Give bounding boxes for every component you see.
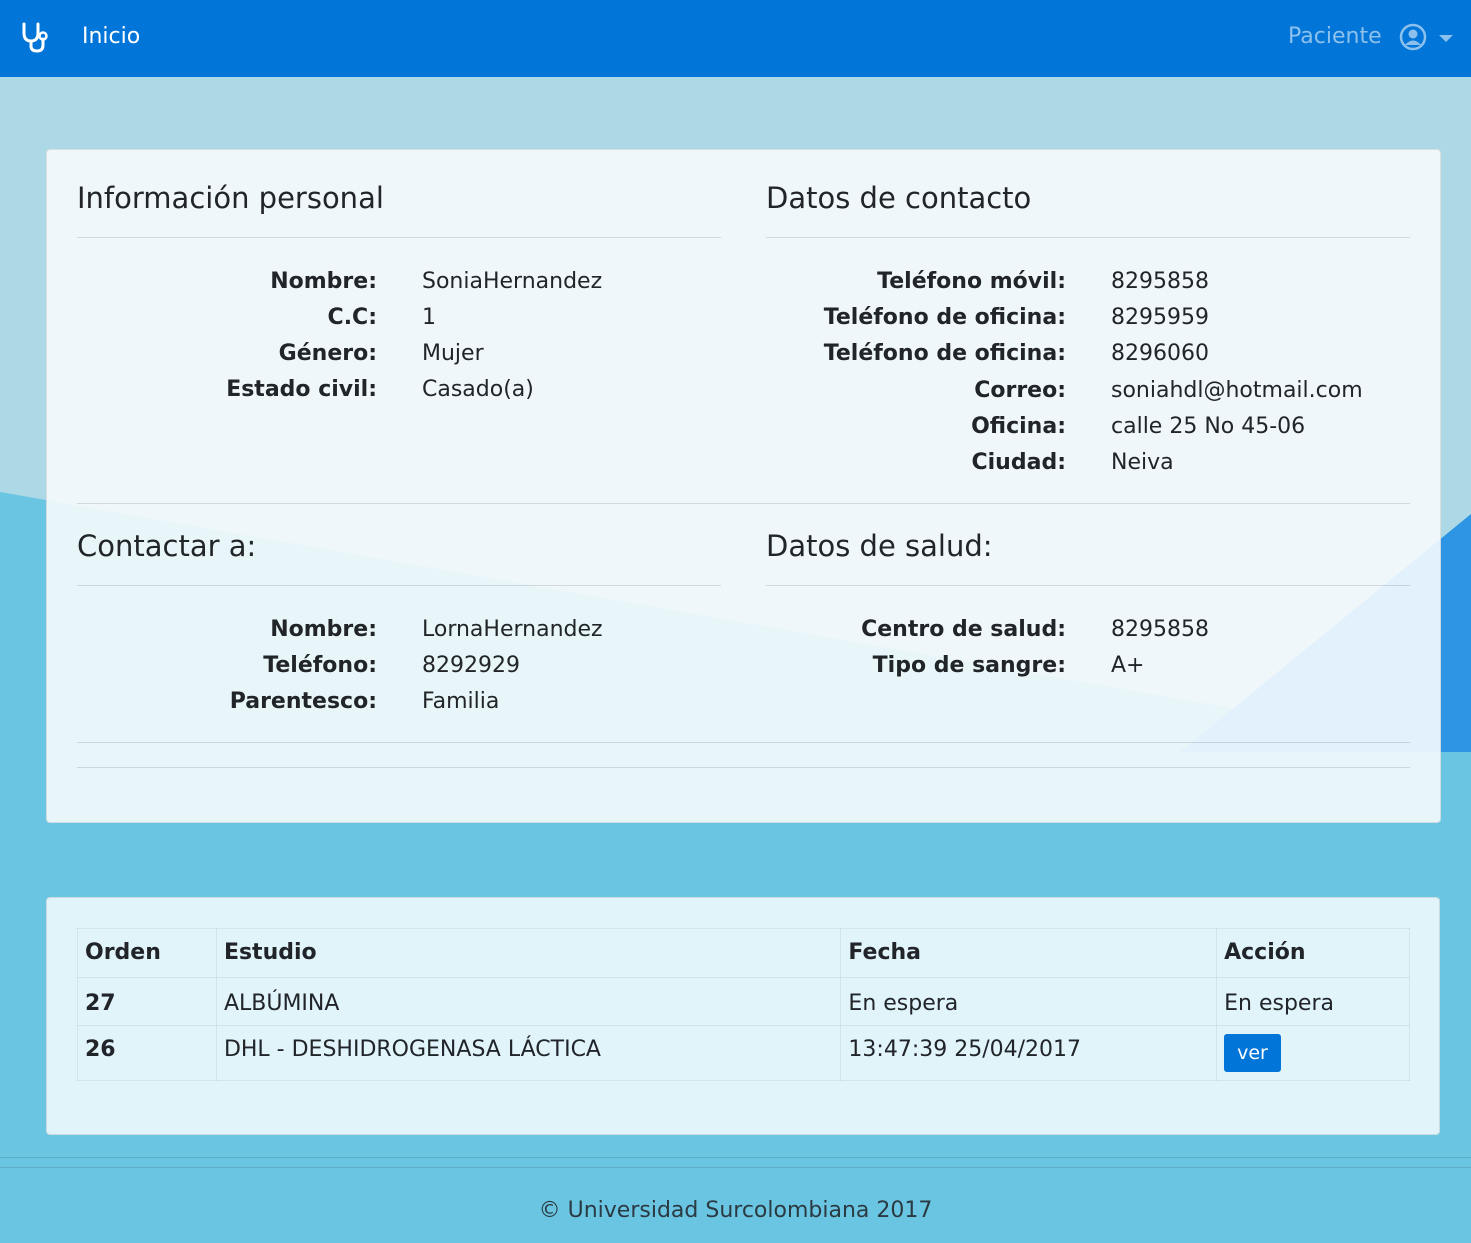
table-header-row: Orden Estudio Fecha Acción — [77, 928, 1410, 978]
field-row: Centro de salud: 8295858 — [766, 615, 1410, 645]
section-divider — [77, 742, 1410, 743]
personal-info-title: Información personal — [77, 181, 384, 215]
field-label: Ciudad: — [971, 450, 1067, 475]
field-value: LornaHernandez — [422, 617, 603, 642]
field-value: Mujer — [422, 341, 484, 366]
field-label: Tipo de sangre: — [872, 653, 1066, 678]
field-row: Estado civil: Casado(a) — [77, 375, 721, 405]
column-header-orden: Orden — [77, 928, 217, 978]
fecha-cell: 13:47:39 25/04/2017 — [840, 1025, 1218, 1081]
field-row: Nombre: LornaHernandez — [77, 615, 721, 645]
studies-card: Orden Estudio Fecha Acción 27 ALBÚMINA E… — [46, 897, 1440, 1135]
table-row: 27 ALBÚMINA En espera En espera — [77, 977, 1410, 1026]
field-value: Casado(a) — [422, 377, 534, 402]
field-value: 8295858 — [1111, 617, 1209, 642]
estudio-cell: DHL - DESHIDROGENASA LÁCTICA — [215, 1025, 842, 1081]
field-row: C.C: 1 — [77, 303, 721, 333]
field-row: Correo: soniahdl@hotmail.com — [766, 376, 1410, 406]
section-divider — [77, 767, 1410, 768]
divider — [766, 585, 1410, 586]
field-label: Teléfono de oficina: — [823, 341, 1066, 366]
field-row: Tipo de sangre: A+ — [766, 651, 1410, 681]
field-row: Oficina: calle 25 No 45-06 — [766, 412, 1410, 442]
field-value: calle 25 No 45-06 — [1111, 414, 1306, 439]
user-menu-toggle[interactable] — [1399, 23, 1455, 51]
field-label: Oficina: — [971, 414, 1066, 439]
profile-card: Información personal Nombre: SoniaHernan… — [46, 149, 1441, 823]
field-value: 8295959 — [1111, 305, 1209, 330]
field-row: Ciudad: Neiva — [766, 448, 1410, 478]
field-value: 1 — [422, 305, 436, 330]
divider — [766, 237, 1410, 238]
field-row: Parentesco: Familia — [77, 687, 721, 717]
contact-data-title: Datos de contacto — [766, 181, 1032, 215]
field-value: soniahdl@hotmail.com — [1111, 378, 1363, 403]
field-row: Teléfono: 8292929 — [77, 651, 721, 681]
footer-divider — [0, 1157, 1471, 1158]
field-row: Género: Mujer — [77, 339, 721, 369]
column-header-fecha: Fecha — [840, 928, 1218, 978]
top-navbar: Inicio Paciente — [0, 0, 1471, 77]
field-value: Familia — [422, 689, 500, 714]
field-value: A+ — [1111, 653, 1145, 678]
field-value: 8296060 — [1111, 341, 1209, 366]
field-value: 8295858 — [1111, 269, 1209, 294]
field-label: Correo: — [974, 378, 1066, 403]
field-value: SoniaHernandez — [422, 269, 603, 294]
orden-cell: 27 — [77, 977, 217, 1026]
view-result-button[interactable]: ver — [1224, 1034, 1281, 1072]
divider — [77, 585, 721, 586]
accion-cell: En espera — [1216, 977, 1410, 1026]
field-row: Nombre: SoniaHernandez — [77, 267, 721, 297]
studies-table-wrapper: Orden Estudio Fecha Acción 27 ALBÚMINA E… — [77, 928, 1410, 1081]
footer-divider — [0, 1167, 1471, 1168]
field-value: 8292929 — [422, 653, 520, 678]
accion-cell: ver — [1216, 1025, 1410, 1081]
orden-cell: 26 — [77, 1025, 217, 1081]
field-label: Teléfono móvil: — [877, 269, 1066, 294]
field-label: Género: — [278, 341, 377, 366]
field-row: Teléfono móvil: 8295858 — [766, 267, 1410, 297]
chevron-down-icon — [1439, 35, 1453, 42]
divider — [77, 237, 721, 238]
field-row: Teléfono de oficina: 8295959 — [766, 303, 1410, 333]
emergency-contact-title: Contactar a: — [77, 529, 257, 563]
nav-role-label[interactable]: Paciente — [1288, 23, 1382, 51]
field-label: Estado civil: — [226, 377, 377, 402]
user-circle-icon — [1399, 23, 1427, 51]
estudio-cell: ALBÚMINA — [215, 977, 842, 1026]
emergency-contact-section: Contactar a: Nombre: LornaHernandez Telé… — [77, 498, 721, 758]
studies-table: Orden Estudio Fecha Acción 27 ALBÚMINA E… — [77, 928, 1410, 1081]
fecha-cell: En espera — [840, 977, 1218, 1026]
health-data-title: Datos de salud: — [766, 529, 993, 563]
health-data-section: Datos de salud: Centro de salud: 8295858… — [766, 498, 1410, 758]
column-header-estudio: Estudio — [215, 928, 842, 978]
field-label: Teléfono: — [263, 653, 377, 678]
column-header-accion: Acción — [1216, 928, 1410, 978]
field-label: C.C: — [327, 305, 377, 330]
personal-info-section: Información personal Nombre: SoniaHernan… — [77, 150, 721, 490]
stethoscope-icon[interactable] — [19, 21, 49, 53]
field-value: Neiva — [1111, 450, 1174, 475]
field-label: Centro de salud: — [861, 617, 1066, 642]
contact-data-section: Datos de contacto Teléfono móvil: 829585… — [766, 150, 1410, 490]
field-label: Teléfono de oficina: — [823, 305, 1066, 330]
field-label: Nombre: — [270, 269, 377, 294]
footer-copyright: © Universidad Surcolombiana 2017 — [538, 1198, 933, 1223]
field-label: Nombre: — [270, 617, 377, 642]
table-row: 26 DHL - DESHIDROGENASA LÁCTICA 13:47:39… — [77, 1025, 1410, 1081]
field-row: Teléfono de oficina: 8296060 — [766, 339, 1410, 369]
nav-home-link[interactable]: Inicio — [82, 23, 140, 51]
field-label: Parentesco: — [229, 689, 377, 714]
